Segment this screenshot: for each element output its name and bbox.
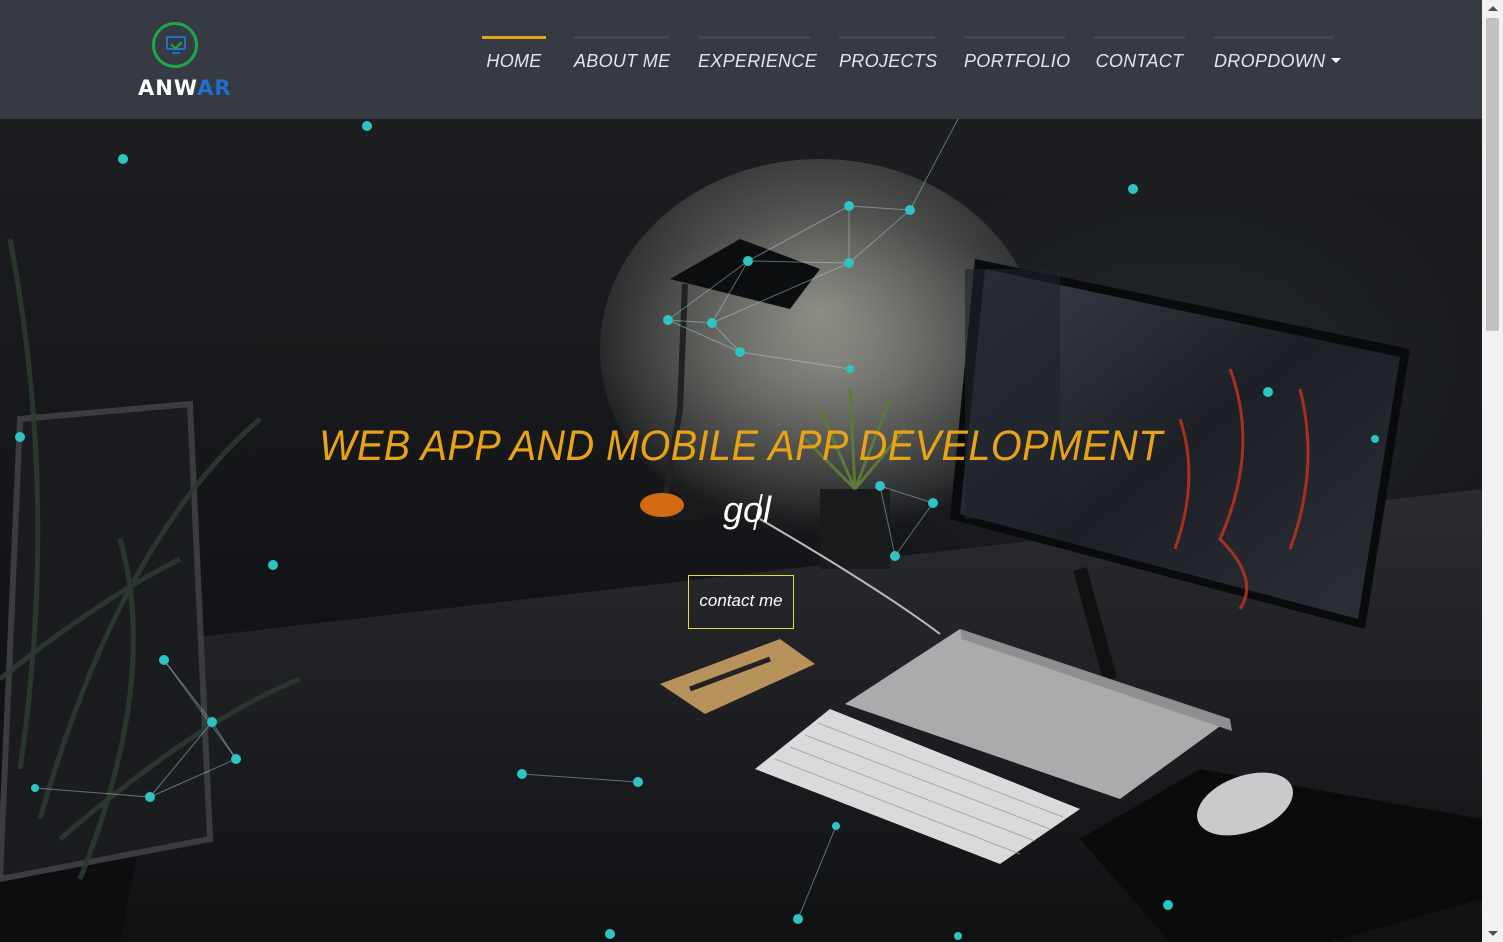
navbar: ANWAR HOME ABOUT ME EXPERIENCE PROJECTS … — [0, 0, 1482, 119]
typed-text: gol — [722, 489, 772, 530]
hero-section: WEB APP AND MOBILE APP DEVELOPMENT gol c… — [0, 119, 1482, 942]
nav-item-experience[interactable]: EXPERIENCE — [698, 36, 817, 86]
nav-item-dropdown[interactable]: DROPDOWN — [1214, 36, 1342, 86]
nav-item-home[interactable]: HOME — [482, 36, 546, 86]
caret-down-icon — [1331, 57, 1342, 63]
scroll-down-icon[interactable] — [1488, 931, 1498, 936]
scroll-up-icon[interactable] — [1488, 6, 1498, 11]
monitor-check-icon — [152, 22, 198, 68]
page-scrollbar[interactable] — [1482, 0, 1503, 942]
contact-me-button[interactable]: contact me — [688, 575, 794, 629]
nav-item-contact[interactable]: CONTACT — [1094, 36, 1185, 86]
nav-item-projects[interactable]: PROJECTS — [839, 36, 937, 86]
nav-item-portfolio[interactable]: PORTFOLIO — [964, 36, 1070, 86]
brand-logo[interactable]: ANWAR — [134, 20, 230, 102]
hero-headline: WEB APP AND MOBILE APP DEVELOPMENT — [319, 422, 1163, 470]
scrollbar-thumb[interactable] — [1486, 18, 1499, 331]
nav-item-about-me[interactable]: ABOUT ME — [574, 36, 670, 86]
brand-name: ANWAR — [138, 76, 232, 100]
